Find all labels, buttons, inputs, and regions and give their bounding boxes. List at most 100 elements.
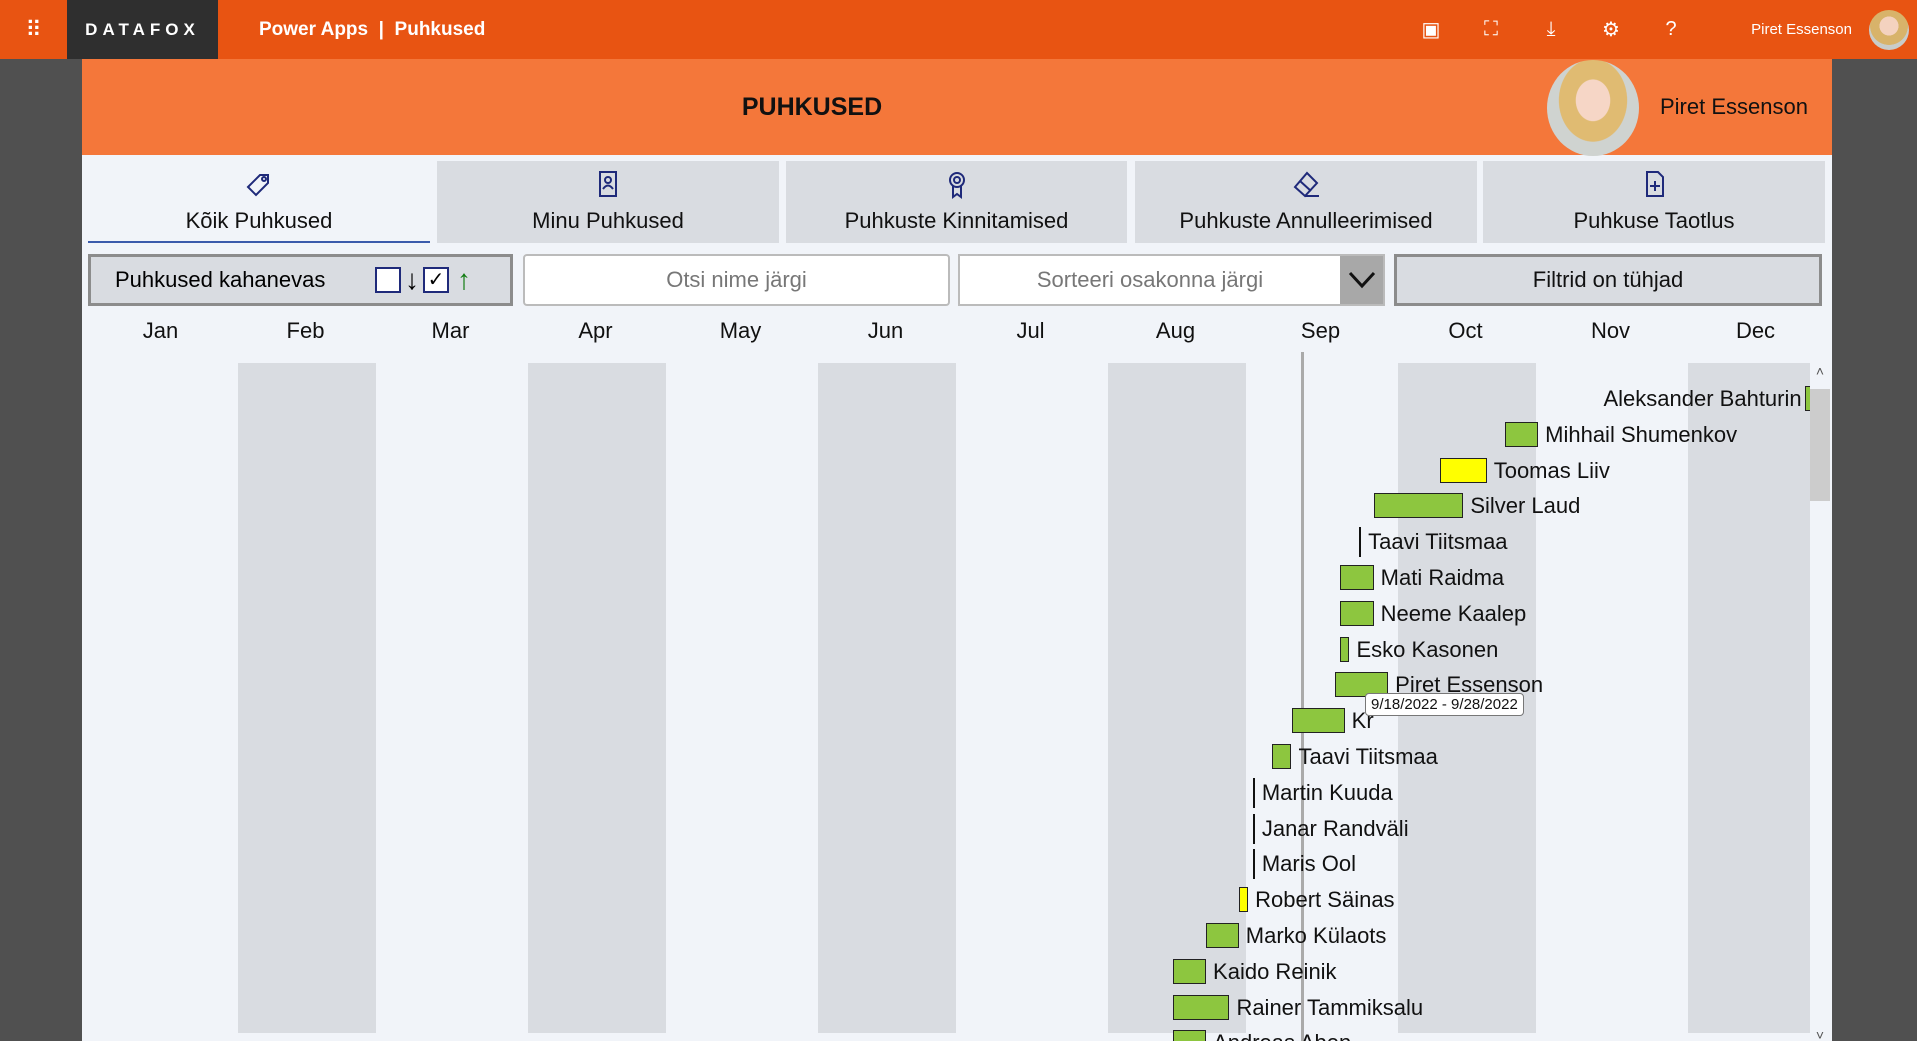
sort-asc-checkbox[interactable]: ✓ [423,267,449,293]
page-name: Puhkused [394,19,486,40]
chevron-down-icon[interactable] [1340,256,1383,304]
vacation-row: Piret Essenson [82,667,1810,703]
employee-name: Maris Ool [1261,851,1356,877]
profile-avatar [1547,60,1639,156]
tab-puhkuste-kinnitamised[interactable]: Puhkuste Kinnitamised [786,161,1127,243]
arrow-down-icon: ↓ [405,264,419,295]
tab-minu-puhkused[interactable]: Minu Puhkused [437,161,779,243]
employee-name: Mati Raidma [1380,565,1505,590]
vacation-marker[interactable] [1359,527,1362,558]
vacation-bar[interactable] [1238,887,1249,913]
employee-name: Aleksander Bahturin [1603,386,1802,411]
month-label: Jun [867,318,904,343]
vacation-bar[interactable] [1173,958,1207,984]
datafox-logo: DATAFOX [67,0,218,59]
scroll-down-icon[interactable]: ˅ [1810,1027,1830,1041]
tab-label: Minu Puhkused [532,208,684,233]
vacation-row: Martin Kuuda [82,775,1810,811]
clear-filters-button[interactable]: Filtrid on tühjad [1394,254,1822,306]
scrollbar-thumb[interactable] [1810,389,1830,501]
vacation-row: Kr [82,703,1810,739]
vacation-bar[interactable] [1272,744,1292,769]
settings-icon[interactable]: ⚙ [1597,17,1625,42]
month-label: May [719,318,762,343]
separator: | [378,19,384,40]
month-label: Oct [1448,318,1483,343]
top-user-name[interactable]: Piret Essenson [1751,0,1852,59]
search-input[interactable]: Otsi nime järgi [523,254,950,306]
vacation-row: Taavi Tiitsmaa [82,524,1810,560]
month-label: Mar [431,318,470,343]
sort-control: Puhkused kahanevas ↓ ✓ ↑ [88,254,513,306]
vacation-row: Janar Randväli [82,811,1810,847]
tab-label: Puhkuse Taotlus [1573,208,1735,233]
app-launcher-icon[interactable]: ⠿ [0,0,67,59]
month-label: Nov [1590,318,1631,343]
scrollbar[interactable]: ˄ ˅ [1810,363,1830,1041]
department-dropdown[interactable]: Sorteeri osakonna järgi [958,254,1385,306]
user-avatar[interactable] [1869,10,1909,50]
clear-filters-label: Filtrid on tühjad [1532,267,1684,292]
employee-name: Neeme Kaalep [1380,600,1527,626]
vacation-bar[interactable] [1339,636,1350,662]
vacation-bar[interactable] [1439,457,1487,483]
tab-puhkuste-annulleerimised[interactable]: Puhkuste Annulleerimised [1135,161,1477,243]
vacation-row: Andreas Aben [82,1025,1810,1041]
sort-desc-checkbox[interactable] [375,267,401,293]
tab-label: Puhkuste Annulleerimised [1179,208,1433,233]
employee-name: Taavi Tiitsmaa [1298,744,1438,769]
date-tooltip: 9/18/2022 - 9/28/2022 [1365,693,1524,716]
vacation-bar[interactable] [1505,421,1539,447]
employee-name: Janar Randväli [1261,815,1409,841]
vacation-bar[interactable] [1291,708,1345,734]
ribbon-icon [948,172,965,199]
vacation-marker[interactable] [1252,849,1255,880]
employee-name: Andreas Aben [1213,1025,1351,1041]
vacation-row: Maris Ool [82,846,1810,882]
tag-icon [246,174,269,197]
vacation-bar[interactable] [1173,994,1230,1020]
vacation-bar[interactable] [1339,565,1374,590]
app-name: Power Apps [259,19,369,40]
vacation-row: Marko Külaots [82,918,1810,954]
employee-name: Silver Laud [1470,493,1581,519]
tab-puhkuse-taotlus[interactable]: Puhkuse Taotlus [1483,161,1825,243]
tab-koik-puhkused[interactable]: Kõik Puhkused [88,161,430,243]
profile-name: Piret Essenson [1660,94,1808,119]
vacation-row: Robert Säinas [82,882,1810,918]
employee-name: Mihhail Shumenkov [1545,421,1738,447]
employee-name: Esko Kasonen [1356,636,1499,662]
vacation-bar[interactable] [1173,1030,1207,1041]
teams-icon[interactable]: ▣ [1417,17,1445,42]
employee-name: Martin Kuuda [1261,779,1393,805]
vacation-row: Mati Raidma [82,560,1810,596]
vacation-row: Silver Laud [82,488,1810,524]
month-label: Dec [1735,318,1776,343]
vacation-row: Esko Kasonen [82,632,1810,668]
contact-book-icon [599,171,617,197]
arrow-up-icon: ↑ [457,264,471,295]
page-title: PUHKUSED [741,93,883,121]
scroll-up-icon[interactable]: ˄ [1810,363,1830,379]
dept-placeholder: Sorteeri osakonna järgi [1036,267,1264,292]
vacation-bar[interactable] [1339,600,1374,626]
vacation-marker[interactable] [1252,777,1255,808]
employee-name: Robert Säinas [1255,887,1395,913]
new-document-icon [1646,171,1664,197]
help-icon[interactable]: ? [1657,18,1685,41]
vacation-row: Neeme Kaalep [82,596,1810,632]
vacation-bar[interactable] [1205,923,1239,948]
month-label: Jul [1016,318,1045,343]
top-bar: ⠿ DATAFOX Power Apps | Puhkused ▣ ⛶ ⤓ ⚙ … [0,0,1917,59]
fullscreen-icon[interactable]: ⛶ [1477,18,1505,41]
vacation-row: Taavi Tiitsmaa [82,739,1810,775]
vacation-bar[interactable] [1373,493,1464,519]
search-placeholder: Otsi nime järgi [666,267,807,292]
month-label: Feb [286,318,325,343]
month-label: Aug [1155,318,1196,343]
vacation-row: Kaido Reinik [82,954,1810,990]
download-icon[interactable]: ⤓ [1537,18,1565,41]
vacation-marker[interactable] [1252,813,1255,844]
month-label: Jan [142,318,179,343]
vacation-row: Rainer Tammiksalu [82,990,1810,1026]
